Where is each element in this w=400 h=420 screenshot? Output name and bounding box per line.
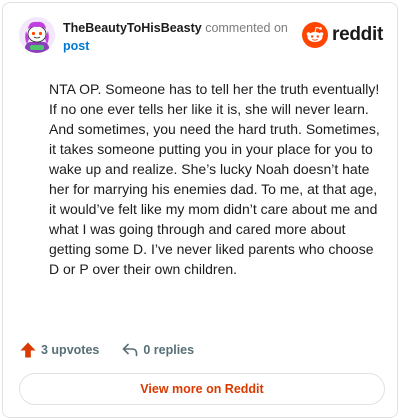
reply-button[interactable]: 0 replies [121, 341, 194, 359]
snoo-avatar-icon [19, 17, 55, 53]
username-link[interactable]: TheBeautyToHisBeasty [63, 21, 202, 35]
reply-count: 0 replies [143, 343, 195, 357]
comment-embed-card: TheBeautyToHisBeasty commented on post r… [2, 2, 398, 418]
post-link[interactable]: post [63, 39, 89, 53]
comment-header: TheBeautyToHisBeasty commented on post r… [19, 17, 383, 57]
comment-actions: 3 upvotes 0 replies [19, 339, 194, 361]
reddit-brand-link[interactable]: reddit [302, 20, 383, 50]
avatar[interactable] [19, 17, 55, 53]
upvote-count: 3 upvotes [41, 343, 100, 357]
comment-meta: TheBeautyToHisBeasty commented on post [63, 19, 303, 55]
upvote-arrow-icon [20, 342, 36, 358]
reddit-wordmark: reddit [332, 24, 383, 45]
reply-arrow-icon [123, 343, 138, 357]
commented-on-label: commented on [205, 21, 288, 35]
view-more-on-reddit-button[interactable]: View more on Reddit [19, 373, 385, 405]
reddit-logo-icon [302, 22, 329, 48]
upvote-button[interactable]: 3 upvotes [19, 341, 99, 359]
comment-body: NTA OP. Someone has to tell her the trut… [49, 81, 380, 277]
